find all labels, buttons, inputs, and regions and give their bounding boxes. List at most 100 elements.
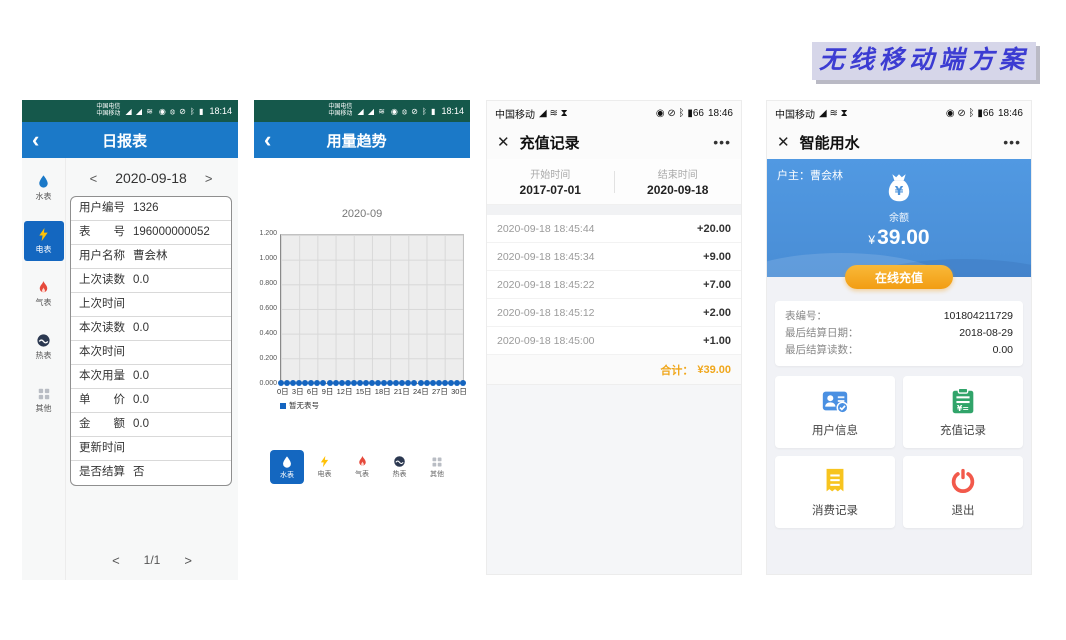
grid-card-label: 用户信息 <box>812 422 858 438</box>
chart-title: 2020-09 <box>254 208 470 220</box>
form-row-label: 单 价 <box>79 389 125 412</box>
y-tick: 0.200 <box>259 355 277 363</box>
tab-heat[interactable]: 热表 <box>383 450 417 484</box>
x-tick: 12日 <box>337 386 353 397</box>
carrier-labels: 中国电信 中国移动 <box>96 104 120 118</box>
total-label: 合计： <box>660 362 693 378</box>
grid-card-label: 充值记录 <box>940 422 986 438</box>
user-info-card[interactable]: 用户信息 <box>775 376 895 448</box>
page-indicator: 1/1 <box>144 553 161 568</box>
tab-water[interactable]: 水表 <box>270 450 304 484</box>
form-row-label: 本次时间 <box>79 341 125 364</box>
back-icon[interactable]: ‹ <box>32 129 39 151</box>
app-bar-title: 充值记录 <box>520 132 704 153</box>
app-bar-title: 日报表 <box>39 130 210 151</box>
report-form: 用户编号 1326 表 号 196000000052 用户名称 曹会林 上次读数… <box>70 196 232 486</box>
tab-label: 热表 <box>393 469 407 479</box>
info-value: 0.00 <box>993 342 1013 359</box>
exit-card[interactable]: 退出 <box>903 456 1023 528</box>
recharge-record-card[interactable]: ¥= 充值记录 <box>903 376 1023 448</box>
status-bar: 中国电信 中国移动 ◢ ◢ ≋ ◉ Ⓝ ⊘ ᛒ ▮ 18:14 <box>22 100 238 122</box>
prev-date-button[interactable]: < <box>90 171 98 186</box>
signal-icons: ◢ ◢ ≋ <box>357 107 385 116</box>
page-title: 无线移动端方案 <box>812 42 1036 80</box>
status-time: 18:46 <box>998 108 1023 119</box>
x-tick: 30日 <box>451 386 467 397</box>
lightning-icon <box>36 227 51 242</box>
lightning-icon <box>318 455 331 468</box>
sidebar-item-water[interactable]: 水表 <box>24 168 64 208</box>
sidebar-item-heat[interactable]: 热表 <box>24 327 64 367</box>
sidebar-item-gas[interactable]: 气表 <box>24 274 64 314</box>
close-icon[interactable]: ✕ <box>777 133 790 151</box>
prev-page-button[interactable]: < <box>112 553 120 568</box>
form-row-label: 本次读数 <box>79 317 125 340</box>
balance-label: 余额 <box>767 209 1031 224</box>
form-row-value: 1326 <box>133 197 159 220</box>
record-row: 2020-09-18 18:45:22 +7.00 <box>487 271 741 299</box>
record-amount: +20.00 <box>697 223 731 235</box>
record-row: 2020-09-18 18:45:12 +2.00 <box>487 299 741 327</box>
balance-value: ¥39.00 <box>767 226 1031 250</box>
back-icon[interactable]: ‹ <box>264 129 271 151</box>
sidebar-item-label: 水表 <box>36 191 52 202</box>
y-tick: 0.000 <box>259 380 277 388</box>
legend-marker <box>280 403 286 409</box>
record-amount: +2.00 <box>703 307 731 319</box>
owner: 户主：曹会林 <box>777 167 843 183</box>
sidebar-item-label: 热表 <box>36 350 52 361</box>
balance-number: 39.00 <box>877 226 930 249</box>
chart-point <box>436 380 442 386</box>
more-icon[interactable]: ••• <box>713 134 731 150</box>
record-row: 2020-09-18 18:45:34 +9.00 <box>487 243 741 271</box>
smart-water-body: 户主：曹会林 ¥ 余额 ¥39.00 在线充值 表编号： 10180421172… <box>767 159 1031 575</box>
x-tick: 15日 <box>356 386 372 397</box>
next-page-button[interactable]: > <box>184 553 192 568</box>
form-row-value: 0.0 <box>133 317 149 340</box>
status-time: 18:14 <box>209 106 232 116</box>
more-icon[interactable]: ••• <box>1003 134 1021 150</box>
record-time: 2020-09-18 18:45:22 <box>497 279 595 291</box>
owner-label: 户主： <box>777 170 810 182</box>
x-tick: 9日 <box>322 386 334 397</box>
tab-other[interactable]: 其他 <box>420 450 454 484</box>
form-row-label: 是否结算 <box>79 461 125 485</box>
form-row-value: 否 <box>133 461 145 485</box>
form-row-value: 0.0 <box>133 365 149 388</box>
start-date-label: 开始时间 <box>530 166 570 181</box>
system-icons: ◉ ⊘ ᛒ ▮66 <box>946 108 994 119</box>
usage-chart: 1.2001.0000.8000.6000.4000.2000.000 0日3日… <box>254 234 470 411</box>
x-tick: 18日 <box>375 386 391 397</box>
sidebar-item-other[interactable]: 其他 <box>24 380 64 420</box>
heat-meter-icon <box>36 333 51 348</box>
form-row-label: 用户编号 <box>79 197 125 220</box>
consumption-record-card[interactable]: 消费记录 <box>775 456 895 528</box>
form-row: 金 额 0.0 <box>71 413 231 437</box>
tab-gas[interactable]: 气表 <box>345 450 379 484</box>
chart-point <box>448 380 454 386</box>
chart-point <box>351 380 357 386</box>
sidebar-item-electric[interactable]: 电表 <box>24 221 64 261</box>
next-date-button[interactable]: > <box>205 171 213 186</box>
online-recharge-button[interactable]: 在线充值 <box>845 265 953 289</box>
y-tick: 0.600 <box>259 305 277 313</box>
screen-recharge-records: 中国移动 ◢ ≋ ⧗ ◉ ⊘ ᛒ ▮66 18:46 ✕ 充值记录 ••• 开始… <box>486 100 742 575</box>
date-nav: < 2020-09-18 > <box>68 166 234 190</box>
info-label: 最后结算读数： <box>785 342 859 359</box>
x-tick: 21日 <box>394 386 410 397</box>
close-icon[interactable]: ✕ <box>497 133 510 151</box>
y-tick: 0.400 <box>259 330 277 338</box>
app-bar: ✕ 充值记录 ••• <box>487 125 741 159</box>
tab-electric[interactable]: 电表 <box>308 450 342 484</box>
signal-icons: ◢ ≋ ⧗ <box>539 108 568 119</box>
form-row-label: 上次读数 <box>79 269 125 292</box>
meter-type-sidebar: 水表 电表 气表 热表 其他 <box>22 158 66 580</box>
end-date-picker[interactable]: 结束时间 2020-09-18 <box>615 166 742 197</box>
current-date: 2020-09-18 <box>115 170 187 186</box>
status-time: 18:46 <box>708 108 733 119</box>
chart-point <box>424 380 430 386</box>
record-amount: +1.00 <box>703 335 731 347</box>
chart-point <box>333 380 339 386</box>
start-date-picker[interactable]: 开始时间 2017-07-01 <box>487 166 614 197</box>
form-row-value: 0.0 <box>133 389 149 412</box>
